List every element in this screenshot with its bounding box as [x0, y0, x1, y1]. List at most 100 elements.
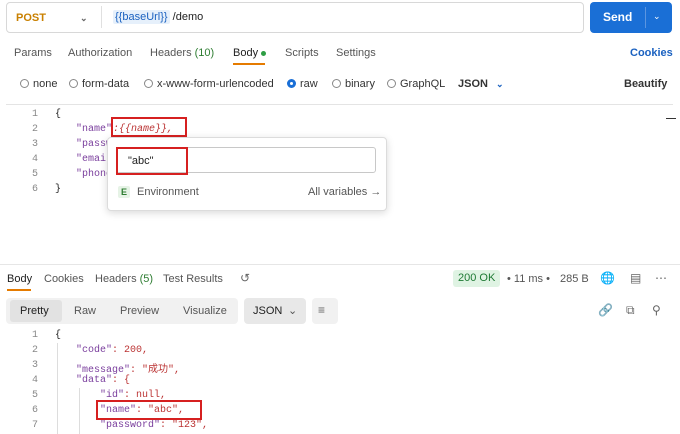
line-number: 6: [31, 405, 38, 416]
code-line: {: [55, 330, 62, 341]
tab-scripts[interactable]: Scripts: [285, 47, 319, 59]
status-dot: [261, 50, 267, 56]
indent-guide: [57, 343, 58, 434]
active-tab-indicator: [233, 63, 265, 65]
radio-label: x-www-form-urlencoded: [157, 78, 274, 90]
highlight-box: [111, 117, 187, 137]
tab-settings[interactable]: Settings: [336, 47, 376, 59]
tab-label: Headers: [150, 47, 192, 59]
url-variable: {{baseUrl}}: [113, 10, 170, 24]
copy-icon[interactable]: ⧉: [626, 303, 635, 318]
code-value: : "123",: [160, 420, 209, 431]
radio-label: raw: [300, 78, 318, 90]
radio-binary[interactable]: binary: [332, 78, 375, 90]
radio-none[interactable]: none: [20, 78, 57, 90]
code-value: : {: [112, 375, 131, 386]
tab-params[interactable]: Params: [14, 47, 52, 59]
code-line: "password": "123",: [100, 420, 208, 431]
method-select[interactable]: POST ⌄: [16, 12, 88, 24]
line-number: 1: [31, 109, 38, 120]
tab-authorization[interactable]: Authorization: [68, 47, 132, 59]
save-response-icon[interactable]: ▤: [630, 271, 641, 285]
more-options-icon[interactable]: ⋯: [655, 271, 667, 285]
highlight-box: [116, 147, 188, 175]
radio-circle: [287, 79, 296, 88]
all-variables-link[interactable]: All variables →: [308, 186, 381, 198]
radio-label: GraphQL: [400, 78, 446, 90]
send-button[interactable]: Send ⌄: [590, 2, 672, 33]
headers-count: (5): [139, 273, 154, 285]
environment-badge: E: [118, 186, 130, 198]
radio-circle: [144, 79, 153, 88]
code-brace: }: [55, 184, 62, 195]
code-brace: {: [55, 109, 62, 120]
radio-label: binary: [345, 78, 375, 90]
line-number: 6: [31, 184, 38, 195]
line-number: 3: [31, 139, 38, 150]
radio-circle: [387, 79, 396, 88]
radio-form-data[interactable]: form-data: [69, 78, 129, 90]
headers-count: (10): [194, 47, 215, 59]
wrap-icon: ≡: [318, 303, 326, 317]
environment-label: Environment: [137, 186, 199, 198]
view-visualize[interactable]: Visualize: [183, 305, 227, 317]
resp-tab-cookies[interactable]: Cookies: [44, 273, 84, 285]
tab-body[interactable]: Body: [233, 47, 267, 59]
code-value: : "成功",: [130, 365, 181, 376]
tab-label: Headers: [95, 273, 137, 285]
radio-urlencoded[interactable]: x-www-form-urlencoded: [144, 78, 274, 90]
code-key: "code": [76, 345, 113, 356]
chevron-down-icon: ⌄: [288, 305, 298, 317]
cookies-link[interactable]: Cookies: [630, 47, 673, 59]
line-number: 3: [31, 360, 38, 371]
code-key: "password": [100, 420, 161, 431]
highlight-box: [96, 400, 202, 420]
status-badge: 200 OK: [453, 270, 501, 287]
chevron-down-icon: ⌄: [79, 13, 88, 23]
radio-label: none: [33, 78, 58, 90]
active-tab-indicator: [7, 289, 31, 291]
time-value: 11 ms: [513, 273, 544, 285]
search-icon[interactable]: ⚲: [652, 303, 661, 317]
resp-tab-body[interactable]: Body: [7, 273, 32, 285]
line-number: 5: [31, 169, 38, 180]
radio-raw[interactable]: raw: [287, 78, 318, 90]
url-bar: [6, 2, 584, 33]
view-preview[interactable]: Preview: [120, 305, 159, 317]
url-path: /demo: [169, 11, 204, 23]
view-pretty[interactable]: Pretty: [20, 305, 49, 317]
history-icon[interactable]: ↺: [240, 271, 250, 285]
chevron-down-icon[interactable]: ⌄: [653, 11, 661, 22]
code-key: "name": [76, 124, 113, 135]
view-raw[interactable]: Raw: [74, 305, 96, 317]
code-key: "data": [76, 375, 113, 386]
link-icon[interactable]: 🔗: [598, 303, 613, 317]
line-number: 7: [31, 420, 38, 431]
chevron-down-icon: ⌄: [495, 79, 504, 89]
line-number: 4: [31, 154, 38, 165]
response-size: 285 B: [560, 273, 589, 285]
code-line: "message": "成功",: [76, 360, 180, 376]
radio-label: form-data: [82, 78, 130, 90]
line-number: 5: [31, 390, 38, 401]
line-number: 1: [31, 330, 38, 341]
resp-tab-test-results[interactable]: Test Results: [163, 273, 223, 285]
format-label: JSON: [458, 78, 488, 90]
scrollbar-marker[interactable]: [666, 118, 676, 119]
radio-graphql[interactable]: GraphQL: [387, 78, 445, 90]
code-value: : 200,: [112, 345, 149, 356]
globe-icon[interactable]: 🌐: [600, 271, 615, 285]
code-line: "data": {: [76, 375, 130, 386]
resp-tab-headers[interactable]: Headers (5): [95, 273, 153, 285]
line-number: 2: [31, 345, 38, 356]
format-select[interactable]: JSON ⌄: [458, 78, 504, 90]
divider: [645, 7, 646, 28]
send-label: Send: [603, 10, 633, 24]
response-format-label: JSON: [253, 305, 283, 317]
divider: [101, 6, 102, 28]
radio-circle: [69, 79, 78, 88]
tab-headers[interactable]: Headers (10): [150, 47, 214, 59]
url-input[interactable]: {{baseUrl}} /demo: [113, 10, 204, 24]
divider: [0, 264, 680, 265]
beautify-link[interactable]: Beautify: [624, 78, 667, 90]
